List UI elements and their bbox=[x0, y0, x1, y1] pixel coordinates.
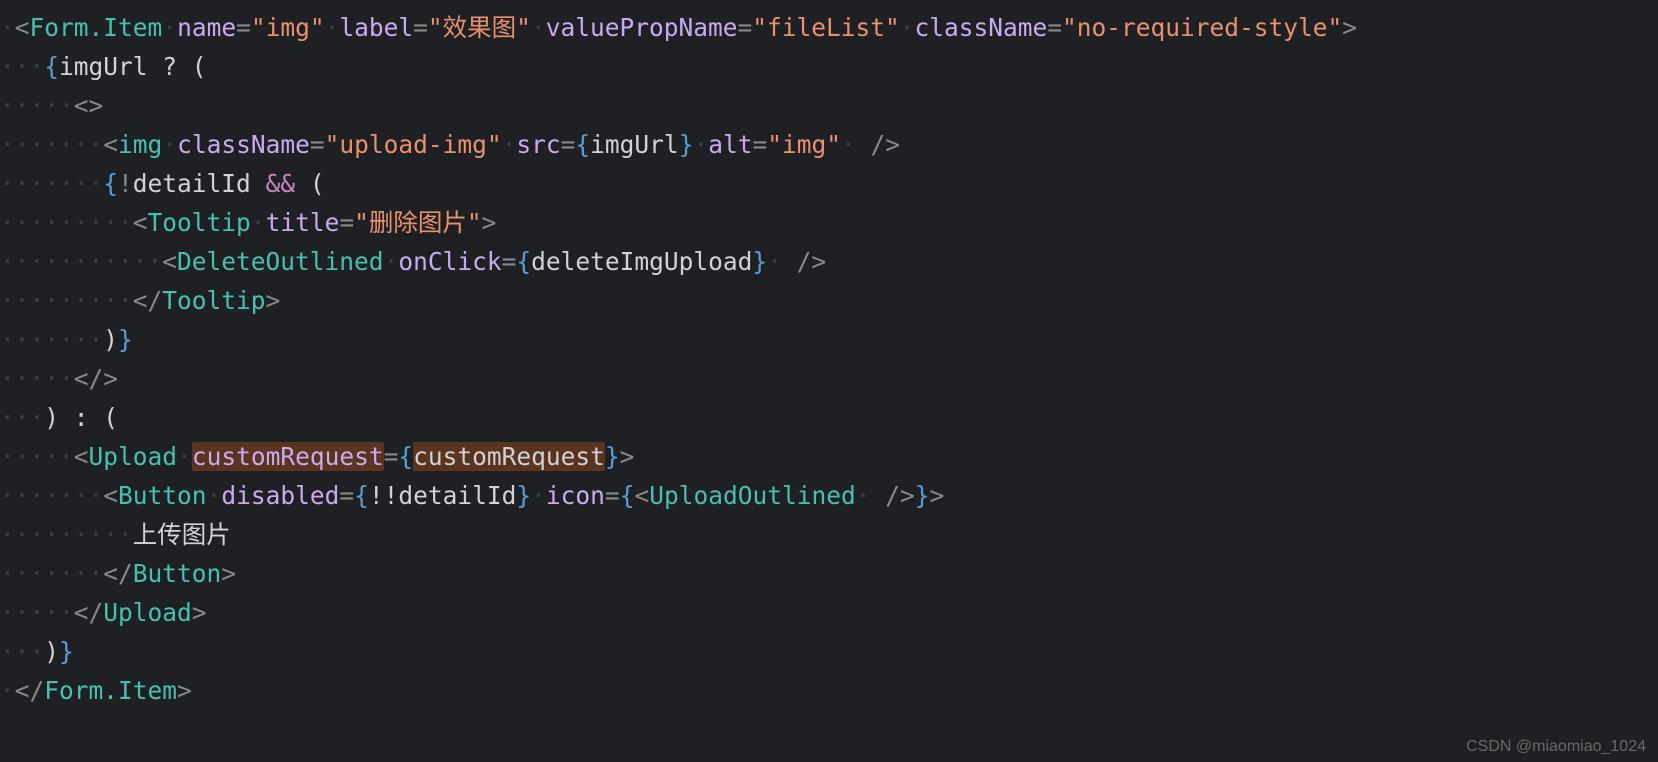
code-line: ·······)} bbox=[0, 325, 133, 354]
code-line: ·<Form.Item·name="img"·label="效果图"·value… bbox=[0, 13, 1357, 42]
code-line: ···{imgUrl ? ( bbox=[0, 52, 207, 81]
code-line: ·······<Button·disabled={!!detailId}·ico… bbox=[0, 481, 944, 510]
code-line: ·····<Upload·customRequest={customReques… bbox=[0, 442, 634, 471]
code-line: ·····</> bbox=[0, 364, 118, 393]
code-line: ·</Form.Item> bbox=[0, 676, 192, 705]
code-line: ···)} bbox=[0, 637, 74, 666]
code-line: ·········上传图片 bbox=[0, 520, 231, 549]
watermark: CSDN @miaomiao_1024 bbox=[1466, 738, 1646, 756]
code-line: ·····</Upload> bbox=[0, 598, 207, 627]
code-line: ·········</Tooltip> bbox=[0, 286, 280, 315]
code-line: ···········<DeleteOutlined·onClick={dele… bbox=[0, 247, 826, 276]
code-editor[interactable]: ·<Form.Item·name="img"·label="效果图"·value… bbox=[0, 0, 1658, 710]
code-line: ·······{!detailId && ( bbox=[0, 169, 325, 198]
code-line: ·······<img·className="upload-img"·src={… bbox=[0, 130, 900, 159]
code-line: ···) : ( bbox=[0, 403, 118, 432]
code-line: ·······</Button> bbox=[0, 559, 236, 588]
code-line: ·········<Tooltip·title="删除图片"> bbox=[0, 208, 496, 237]
code-line: ·····<> bbox=[0, 91, 103, 120]
